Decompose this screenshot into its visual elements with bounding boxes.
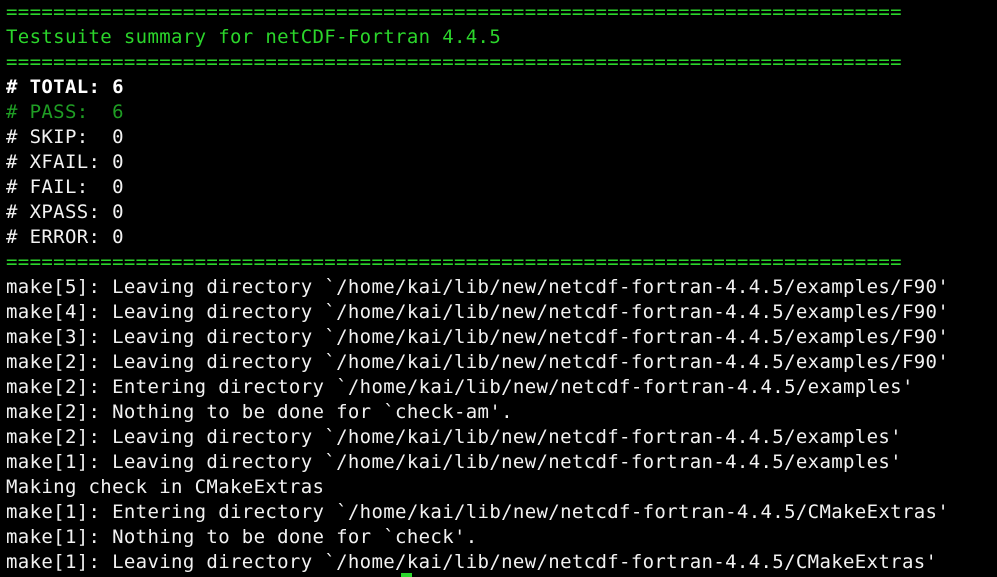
output-line: make[1]: Entering directory `/home/kai/l… <box>6 501 950 523</box>
output-line: make[5]: Leaving directory `/home/kai/li… <box>6 276 950 298</box>
xfail-count-line: # XFAIL: 0 <box>6 151 124 173</box>
terminal-window[interactable]: ========================================… <box>0 0 997 577</box>
error-count-line: # ERROR: 0 <box>6 226 124 248</box>
output-line: make[2]: Leaving directory `/home/kai/li… <box>6 351 950 373</box>
separator-line: ========================================… <box>6 51 902 73</box>
output-line: make[3]: Leaving directory `/home/kai/li… <box>6 326 950 348</box>
output-line: Making check in CMakeExtras <box>6 476 325 498</box>
pass-count-line: # PASS: 6 <box>6 101 124 123</box>
fail-count-line: # FAIL: 0 <box>6 176 124 198</box>
output-line: make[2]: Nothing to be done for `check-a… <box>6 401 513 423</box>
testsuite-summary-title: Testsuite summary for netCDF-Fortran 4.4… <box>6 26 502 48</box>
xpass-count-line: # XPASS: 0 <box>6 201 124 223</box>
text-cursor <box>401 573 412 577</box>
output-line: make[2]: Leaving directory `/home/kai/li… <box>6 426 902 448</box>
separator-line: ========================================… <box>6 1 902 23</box>
separator-line: ========================================… <box>6 251 902 273</box>
output-line: make[1]: Leaving directory `/home/kai/li… <box>6 551 938 573</box>
output-line: make[2]: Entering directory `/home/kai/l… <box>6 376 914 398</box>
output-line: make[4]: Leaving directory `/home/kai/li… <box>6 301 950 323</box>
output-line: make[1]: Leaving directory `/home/kai/li… <box>6 451 902 473</box>
output-line: make[1]: Nothing to be done for `check'. <box>6 526 478 548</box>
skip-count-line: # SKIP: 0 <box>6 126 124 148</box>
total-count-line: # TOTAL: 6 <box>6 76 124 98</box>
